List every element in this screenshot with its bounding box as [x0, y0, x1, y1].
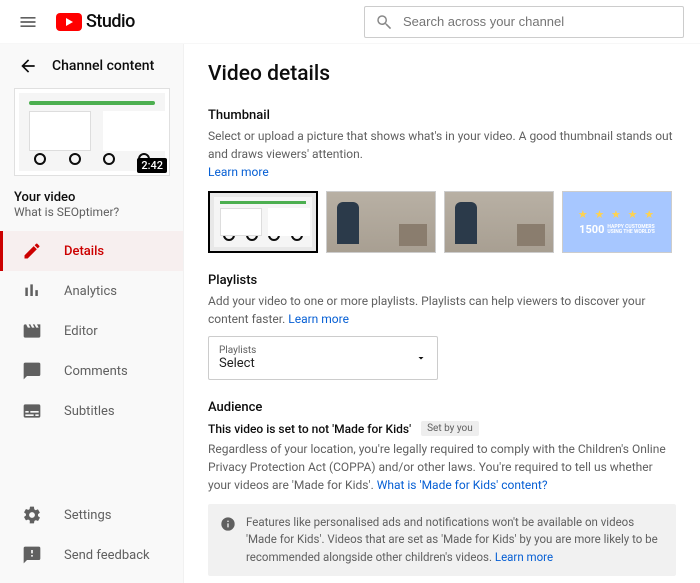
youtube-play-icon — [56, 13, 82, 31]
youtube-studio-logo[interactable]: Studio — [56, 11, 135, 32]
set-by-badge: Set by you — [421, 421, 479, 436]
playlists-select[interactable]: Playlists Select — [208, 336, 438, 380]
search-field[interactable] — [364, 6, 684, 38]
search-input[interactable] — [403, 14, 673, 29]
video-thumbnail-preview[interactable]: 2:42 — [0, 88, 183, 186]
comment-icon — [22, 361, 42, 381]
search-icon — [375, 13, 393, 31]
thumbnail-desc: Select or upload a picture that shows wh… — [208, 127, 676, 181]
app-header: Studio — [0, 0, 700, 44]
main-content: Video details Thumbnail Select or upload… — [184, 44, 700, 583]
video-title: What is SEOptimer? — [0, 205, 183, 231]
audience-desc: Regardless of your location, you're lega… — [208, 440, 676, 494]
nav-feedback[interactable]: Send feedback — [0, 535, 183, 575]
nav-analytics[interactable]: Analytics — [0, 271, 183, 311]
playlists-learn-more-link[interactable]: Learn more — [288, 312, 349, 326]
analytics-icon — [22, 281, 42, 301]
thumbnail-heading: Thumbnail — [208, 108, 676, 123]
subtitles-icon — [22, 401, 42, 421]
info-icon — [220, 516, 236, 532]
playlists-desc: Add your video to one or more playlists.… — [208, 292, 676, 328]
thumbnail-option-2[interactable] — [326, 191, 436, 253]
playlists-select-label: Playlists — [219, 345, 256, 356]
gear-icon — [22, 505, 42, 525]
nav-details[interactable]: Details — [0, 231, 183, 271]
caret-down-icon — [415, 352, 427, 364]
sidebar-bottom-nav: Settings Send feedback — [0, 495, 183, 583]
audience-notice: Features like personalised ads and notif… — [208, 504, 676, 576]
back-label: Channel content — [52, 58, 154, 74]
your-video-heading: Your video — [0, 186, 183, 205]
thumbnail-option-4[interactable]: ★ ★ ★ ★ ★ 1500 HAPPY CUSTOMERSUSING THE … — [562, 191, 672, 253]
thumbnail-learn-more-link[interactable]: Learn more — [208, 165, 269, 179]
arrow-left-icon — [18, 56, 38, 76]
sidebar-nav: Details Analytics Editor Comments Subtit… — [0, 231, 183, 431]
feedback-icon — [22, 545, 42, 565]
made-for-kids-link[interactable]: What is 'Made for Kids' content? — [377, 478, 548, 492]
clapperboard-icon — [22, 321, 42, 341]
thumbnail-options: ★ ★ ★ ★ ★ 1500 HAPPY CUSTOMERSUSING THE … — [208, 191, 676, 253]
nav-subtitles[interactable]: Subtitles — [0, 391, 183, 431]
playlists-heading: Playlists — [208, 273, 676, 288]
page-title: Video details — [208, 62, 676, 86]
audience-status: This video is set to not 'Made for Kids' — [208, 422, 411, 436]
notice-learn-more-link[interactable]: Learn more — [495, 550, 553, 564]
playlists-select-value: Select — [219, 356, 256, 371]
sidebar: Channel content 2:42 Your video What is … — [0, 44, 184, 583]
thumbnail-option-3[interactable] — [444, 191, 554, 253]
nav-editor[interactable]: Editor — [0, 311, 183, 351]
thumbnail-option-1[interactable] — [208, 191, 318, 253]
pencil-icon — [22, 241, 42, 261]
nav-comments[interactable]: Comments — [0, 351, 183, 391]
stars-icon: ★ ★ ★ ★ ★ — [578, 208, 656, 221]
audience-heading: Audience — [208, 400, 676, 415]
video-duration: 2:42 — [137, 158, 167, 173]
back-to-channel-content[interactable]: Channel content — [0, 44, 183, 88]
hamburger-menu-icon[interactable] — [16, 10, 40, 34]
nav-settings[interactable]: Settings — [0, 495, 183, 535]
logo-text: Studio — [86, 11, 135, 32]
